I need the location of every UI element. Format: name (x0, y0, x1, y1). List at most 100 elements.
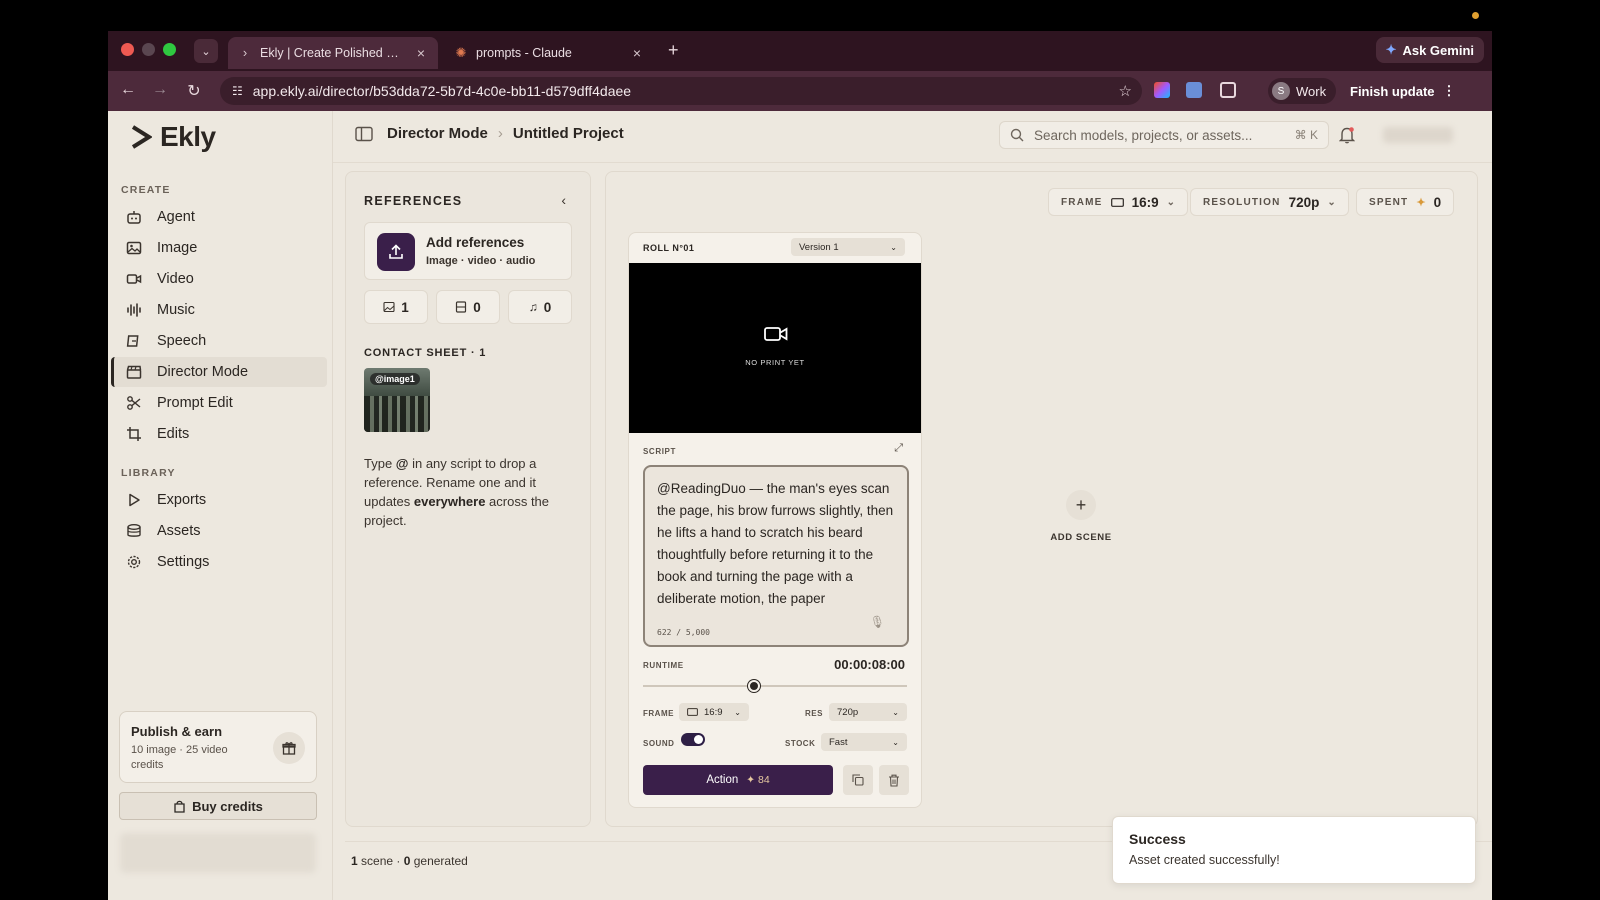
close-tab-icon[interactable]: × (414, 45, 428, 61)
sidebar-item-music[interactable]: Music (111, 295, 327, 325)
sound-toggle[interactable] (681, 733, 705, 746)
add-scene-button[interactable]: + ADD SCENE (1036, 490, 1126, 543)
site-info-icon[interactable]: ☷ (232, 84, 243, 98)
buy-credits-button[interactable]: Buy credits (119, 792, 317, 820)
script-textarea[interactable]: @ReadingDuo — the man's eyes scan the pa… (643, 465, 909, 647)
slider-handle[interactable] (747, 680, 760, 692)
gift-icon[interactable] (273, 732, 305, 764)
resolution-label: RESOLUTION (1203, 196, 1281, 208)
logo-chevron-icon (131, 125, 152, 149)
help-text-everywhere: everywhere (413, 494, 486, 509)
sidebar-item-speech[interactable]: Speech (111, 326, 327, 356)
microphone-icon[interactable]: 🎙 (870, 615, 885, 629)
sidebar-item-edits[interactable]: Edits (111, 419, 327, 449)
frame-dropdown[interactable]: FRAME 16:9 ⌄ (1048, 188, 1188, 216)
scene-res-dropdown[interactable]: 720p ⌄ (829, 703, 907, 721)
publish-earn-card[interactable]: Publish & earn 10 image · 25 video credi… (119, 711, 317, 783)
stock-dropdown[interactable]: Fast ⌄ (821, 733, 907, 751)
script-label: SCRIPT (643, 447, 676, 456)
sidebar-item-label: Prompt Edit (157, 395, 233, 411)
publish-subtitle: 10 image · 25 video credits (131, 744, 228, 771)
ask-gemini-button[interactable]: ✦ Ask Gemini (1375, 37, 1484, 63)
sidebar-item-exports[interactable]: Exports (111, 485, 327, 515)
script-text: @ReadingDuo — the man's eyes scan the pa… (657, 481, 894, 606)
image-count-filter[interactable]: 1 (364, 290, 428, 324)
reference-thumbnail[interactable]: @image1 (364, 368, 430, 432)
sidebar-item-agent[interactable]: Agent (111, 202, 327, 232)
success-toast[interactable]: Success Asset created successfully! (1112, 816, 1476, 884)
close-window-button[interactable] (121, 43, 134, 56)
chevron-left-icon[interactable]: ‹ (561, 192, 566, 208)
crop-icon (125, 425, 143, 443)
action-cost: ✦ 84 (746, 774, 770, 786)
add-references-button[interactable]: Add references Image · video · audio (364, 222, 572, 280)
sidebar-item-video[interactable]: Video (111, 264, 327, 294)
puzzle-extensions-icon[interactable] (1220, 82, 1236, 98)
account-menu-blurred[interactable] (120, 833, 316, 873)
new-tab-button[interactable]: + (668, 40, 679, 61)
robot-icon (125, 208, 143, 226)
minimize-window-button[interactable] (142, 43, 155, 56)
bookmark-star-icon[interactable]: ☆ (1119, 82, 1132, 100)
version-dropdown[interactable]: Version 1 ⌄ (791, 238, 905, 256)
extension-icon[interactable] (1186, 82, 1202, 98)
video-icon (125, 270, 143, 288)
bell-icon[interactable] (1339, 126, 1355, 144)
add-references-subtitle: Image · video · audio (426, 255, 536, 267)
res-label: RES (805, 709, 823, 718)
sidebar-item-image[interactable]: Image (111, 233, 327, 263)
create-section-label: CREATE (121, 184, 171, 196)
chevron-down-icon: ⌄ (892, 707, 899, 717)
no-print-label: NO PRINT YET (745, 358, 805, 367)
shopping-bag-icon (174, 800, 185, 813)
back-arrow-icon[interactable]: ← (118, 81, 138, 99)
duplicate-scene-button[interactable] (843, 765, 873, 795)
search-placeholder: Search models, projects, or assets... (1034, 127, 1253, 143)
close-tab-icon[interactable]: × (630, 45, 644, 61)
figma-extension-icon[interactable] (1154, 82, 1170, 98)
runtime-slider[interactable] (643, 680, 907, 692)
sidebar-toggle-icon[interactable] (355, 126, 373, 142)
expand-icon[interactable]: ⤢ (894, 442, 903, 455)
url-text: app.ekly.ai/director/b53dda72-5b7d-4c0e-… (252, 83, 632, 99)
film-icon (456, 301, 467, 313)
breadcrumb-director-mode[interactable]: Director Mode (387, 125, 488, 142)
trash-icon (889, 774, 899, 787)
runtime-label: RUNTIME (643, 661, 684, 670)
kebab-menu-icon[interactable]: ⋮ (1443, 83, 1456, 99)
browser-tab-ekly[interactable]: › Ekly | Create Polished Content × (228, 37, 438, 69)
forward-arrow-icon[interactable]: → (150, 81, 170, 99)
resolution-dropdown[interactable]: RESOLUTION 720p ⌄ (1190, 188, 1349, 216)
address-bar[interactable]: ☷ app.ekly.ai/director/b53dda72-5b7d-4c0… (220, 77, 1142, 105)
claude-favicon-icon: ✺ (455, 45, 467, 60)
zoom-window-button[interactable] (163, 43, 176, 56)
finish-update-button[interactable]: Finish update ⋮ (1342, 78, 1464, 104)
breadcrumb-separator-icon: › (497, 125, 503, 142)
browser-toolbar: ← → ↻ ☷ app.ekly.ai/director/b53dda72-5b… (108, 71, 1492, 111)
ekly-logo[interactable]: Ekly (130, 121, 216, 153)
frame-value: 16:9 (1131, 194, 1159, 210)
action-button[interactable]: Action ✦ 84 (643, 765, 833, 795)
delete-scene-button[interactable] (879, 765, 909, 795)
breadcrumb-project-title[interactable]: Untitled Project (513, 125, 624, 142)
upload-icon (377, 233, 415, 271)
toast-title: Success (1129, 831, 1186, 847)
sidebar-item-assets[interactable]: Assets (111, 516, 327, 546)
sidebar-item-director-mode[interactable]: Director Mode (111, 357, 327, 387)
profile-label: Work (1296, 83, 1327, 99)
tab-search-button[interactable]: ⌄ (194, 39, 218, 63)
video-preview[interactable]: NO PRINT YET (629, 263, 921, 433)
sidebar-item-prompt-edit[interactable]: Prompt Edit (111, 388, 327, 418)
sidebar-item-label: Video (157, 271, 194, 287)
search-input[interactable]: Search models, projects, or assets... ⌘ … (999, 121, 1329, 149)
gear-icon (125, 553, 143, 571)
frame-label: FRAME (1061, 196, 1103, 208)
scene-frame-dropdown[interactable]: 16:9 ⌄ (679, 703, 749, 721)
reload-icon[interactable]: ↻ (184, 81, 204, 101)
video-count-filter[interactable]: 0 (436, 290, 500, 324)
profile-button[interactable]: S Work (1268, 78, 1337, 104)
thumbnail-image (364, 396, 430, 432)
sidebar-item-settings[interactable]: Settings (111, 547, 327, 577)
browser-tab-claude[interactable]: ✺ prompts - Claude × (444, 37, 654, 69)
audio-count-filter[interactable]: ♫ 0 (508, 290, 572, 324)
